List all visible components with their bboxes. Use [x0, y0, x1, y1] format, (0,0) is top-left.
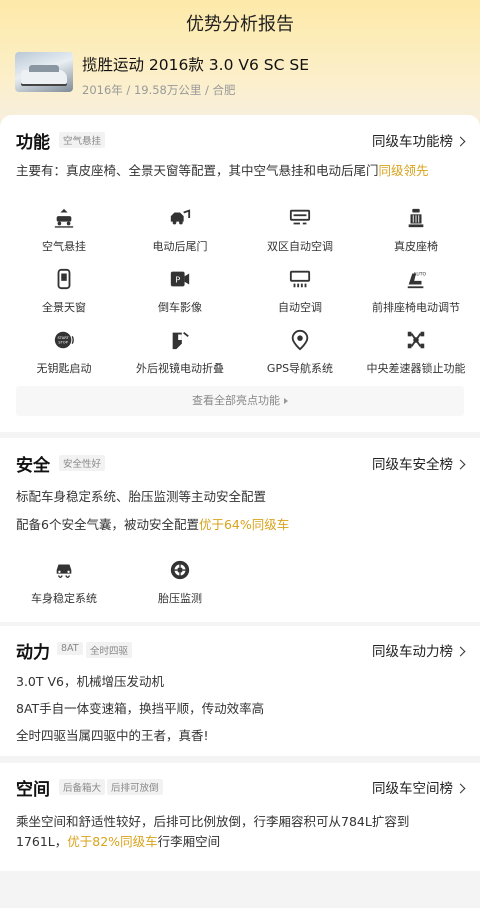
feature-item: P 倒车影像: [120, 268, 240, 315]
power-tailgate-icon: [170, 209, 191, 225]
function-rank-label: 同级车功能榜: [372, 134, 453, 150]
space-title: 空间: [16, 780, 50, 800]
feature-item: 自动空调: [240, 268, 360, 315]
power-title: 动力: [16, 643, 50, 663]
feature-label: 双区自动空调: [267, 240, 333, 253]
power-line: 3.0T V6，机械增压发动机: [16, 674, 164, 689]
space-line-2-text: 1761L，: [16, 834, 68, 849]
feature-item: START STOP 无钥匙启动: [4, 329, 124, 376]
reverse-camera-icon: P: [170, 271, 190, 287]
air-suspension-icon: [54, 208, 74, 228]
function-desc-highlight: 同级领先: [378, 163, 429, 178]
feature-item: AUTO 前排座椅电动调节: [356, 268, 476, 315]
feature-label: 自动空调: [278, 301, 322, 314]
safety-line-1: 标配车身稳定系统、胎压监测等主动安全配置: [16, 489, 267, 504]
auto-ac-icon: [289, 270, 311, 288]
power-tag: 8AT: [57, 642, 83, 655]
feature-item: GPS导航系统: [240, 329, 360, 376]
space-line-1: 乘坐空间和舒适性较好，后排可比例放倒，行李厢容积可从784L扩容到: [16, 814, 410, 829]
diff-lock-icon: [407, 331, 425, 349]
gps-nav-icon: [291, 329, 309, 351]
safety-rank-link[interactable]: 同级车安全榜: [372, 453, 466, 473]
feature-item: 电动后尾门: [120, 207, 240, 254]
stability-control-icon: [56, 564, 72, 579]
car-name: 揽胜运动 2016款 3.0 V6 SC SE: [82, 56, 309, 74]
svg-text:START: START: [57, 336, 69, 340]
power-rank-link[interactable]: 同级车动力榜: [372, 640, 466, 660]
function-rank-link[interactable]: 同级车功能榜: [372, 130, 466, 150]
car-thumbnail: [15, 52, 73, 92]
view-all-features-button[interactable]: 查看全部亮点功能: [16, 386, 464, 416]
function-desc: 主要有：真皮座椅、全景天窗等配置，其中空气悬挂和电动后尾门同级领先: [16, 161, 468, 181]
space-line-2-highlight: 优于82%同级车: [67, 834, 158, 849]
safety-rank-label: 同级车安全榜: [372, 457, 453, 473]
feature-label: 车身稳定系统: [31, 592, 97, 605]
feature-label: 胎压监测: [158, 592, 202, 605]
function-tag: 空气悬挂: [59, 132, 106, 148]
chevron-right-icon: [455, 783, 466, 794]
power-tag: 全时四驱: [86, 642, 133, 658]
feature-item: 外后视镜电动折叠: [120, 329, 240, 376]
function-title: 功能: [16, 133, 50, 153]
function-card: 功能 空气悬挂 同级车功能榜 主要有：真皮座椅、全景天窗等配置，其中空气悬挂和电…: [0, 115, 480, 432]
feature-label: 外后视镜电动折叠: [136, 362, 224, 375]
feature-label: GPS导航系统: [266, 362, 334, 375]
feature-item: 胎压监测: [120, 559, 240, 606]
space-rank-label: 同级车空间榜: [372, 781, 453, 797]
feature-label: 全景天窗: [42, 301, 86, 314]
feature-label: 无钥匙启动: [36, 362, 92, 375]
report-page: 优势分析报告 揽胜运动 2016款 3.0 V6 SC SE 2016年 / 1…: [0, 0, 480, 908]
power-card: 动力 8AT 全时四驱 同级车动力榜 3.0T V6，机械增压发动机 8AT手自…: [0, 626, 480, 756]
feature-label: 中央差速器锁止功能: [366, 362, 466, 375]
svg-text:STOP: STOP: [58, 341, 68, 345]
svg-text:AUTO: AUTO: [413, 271, 426, 277]
feature-label: 电动后尾门: [152, 240, 208, 253]
feature-label: 前排座椅电动调节: [372, 301, 460, 314]
view-all-label: 查看全部亮点功能: [192, 394, 280, 407]
feature-item: 全景天窗: [4, 268, 124, 315]
safety-line-2-text: 配备6个安全气囊，被动安全配置: [16, 517, 199, 532]
feature-label: 真皮座椅: [394, 240, 438, 253]
feature-item: 中央差速器锁止功能: [356, 329, 476, 376]
leather-seat-icon: [408, 208, 424, 228]
feature-label: 空气悬挂: [42, 240, 86, 253]
svg-text:P: P: [175, 275, 180, 285]
safety-title: 安全: [16, 456, 50, 476]
space-tag: 后备箱大: [59, 779, 106, 795]
chevron-right-icon: [455, 459, 466, 470]
feature-item: 真皮座椅: [356, 207, 476, 254]
power-line: 全时四驱当属四驱中的王者，真香!: [16, 728, 209, 743]
feature-item: 车身稳定系统: [4, 559, 124, 606]
function-desc-text: 主要有：真皮座椅、全景天窗等配置，其中空气悬挂和电动后尾门: [16, 163, 379, 178]
space-line-2: 1761L，优于82%同级车行李厢空间: [16, 831, 468, 850]
power-line: 8AT手自一体变速箱，换挡平顺，传动效率高: [16, 701, 265, 716]
safety-line-2-highlight: 优于64%同级车: [198, 517, 290, 532]
header-area: 优势分析报告 揽胜运动 2016款 3.0 V6 SC SE 2016年 / 1…: [0, 0, 480, 125]
feature-item: 双区自动空调: [240, 207, 360, 254]
panoramic-sunroof-icon: [57, 268, 71, 290]
feature-label: 倒车影像: [158, 301, 202, 314]
page-title: 优势分析报告: [186, 14, 294, 35]
safety-tag: 安全性好: [59, 455, 106, 471]
tire-pressure-icon: [170, 560, 190, 580]
safety-line-2: 配备6个安全气囊，被动安全配置优于64%同级车: [16, 514, 468, 533]
car-meta: 2016年 / 19.58万公里 / 合肥: [82, 83, 236, 97]
chevron-right-icon: [455, 646, 466, 657]
keyless-start-icon: STARTSTOP: [54, 331, 74, 349]
dual-zone-ac-icon: [289, 209, 311, 225]
power-rank-label: 同级车动力榜: [372, 644, 453, 660]
safety-card: 安全 安全性好 同级车安全榜 标配车身稳定系统、胎压监测等主动安全配置 配备6个…: [0, 438, 480, 622]
space-tag: 后排可放倒: [107, 779, 163, 795]
car-summary[interactable]: 揽胜运动 2016款 3.0 V6 SC SE 2016年 / 19.58万公里…: [15, 52, 309, 98]
space-line-2-suffix: 行李厢空间: [157, 834, 221, 849]
space-rank-link[interactable]: 同级车空间榜: [372, 777, 466, 797]
feature-item: 空气悬挂: [4, 207, 124, 254]
mirror-fold-icon: [172, 331, 189, 350]
chevron-right-icon: [455, 136, 466, 147]
power-seat-icon: AUTO: [407, 271, 427, 289]
triangle-right-icon: [284, 398, 288, 404]
space-card: 空间 后备箱大 后排可放倒 同级车空间榜 乘坐空间和舒适性较好，后排可比例放倒，…: [0, 763, 480, 871]
